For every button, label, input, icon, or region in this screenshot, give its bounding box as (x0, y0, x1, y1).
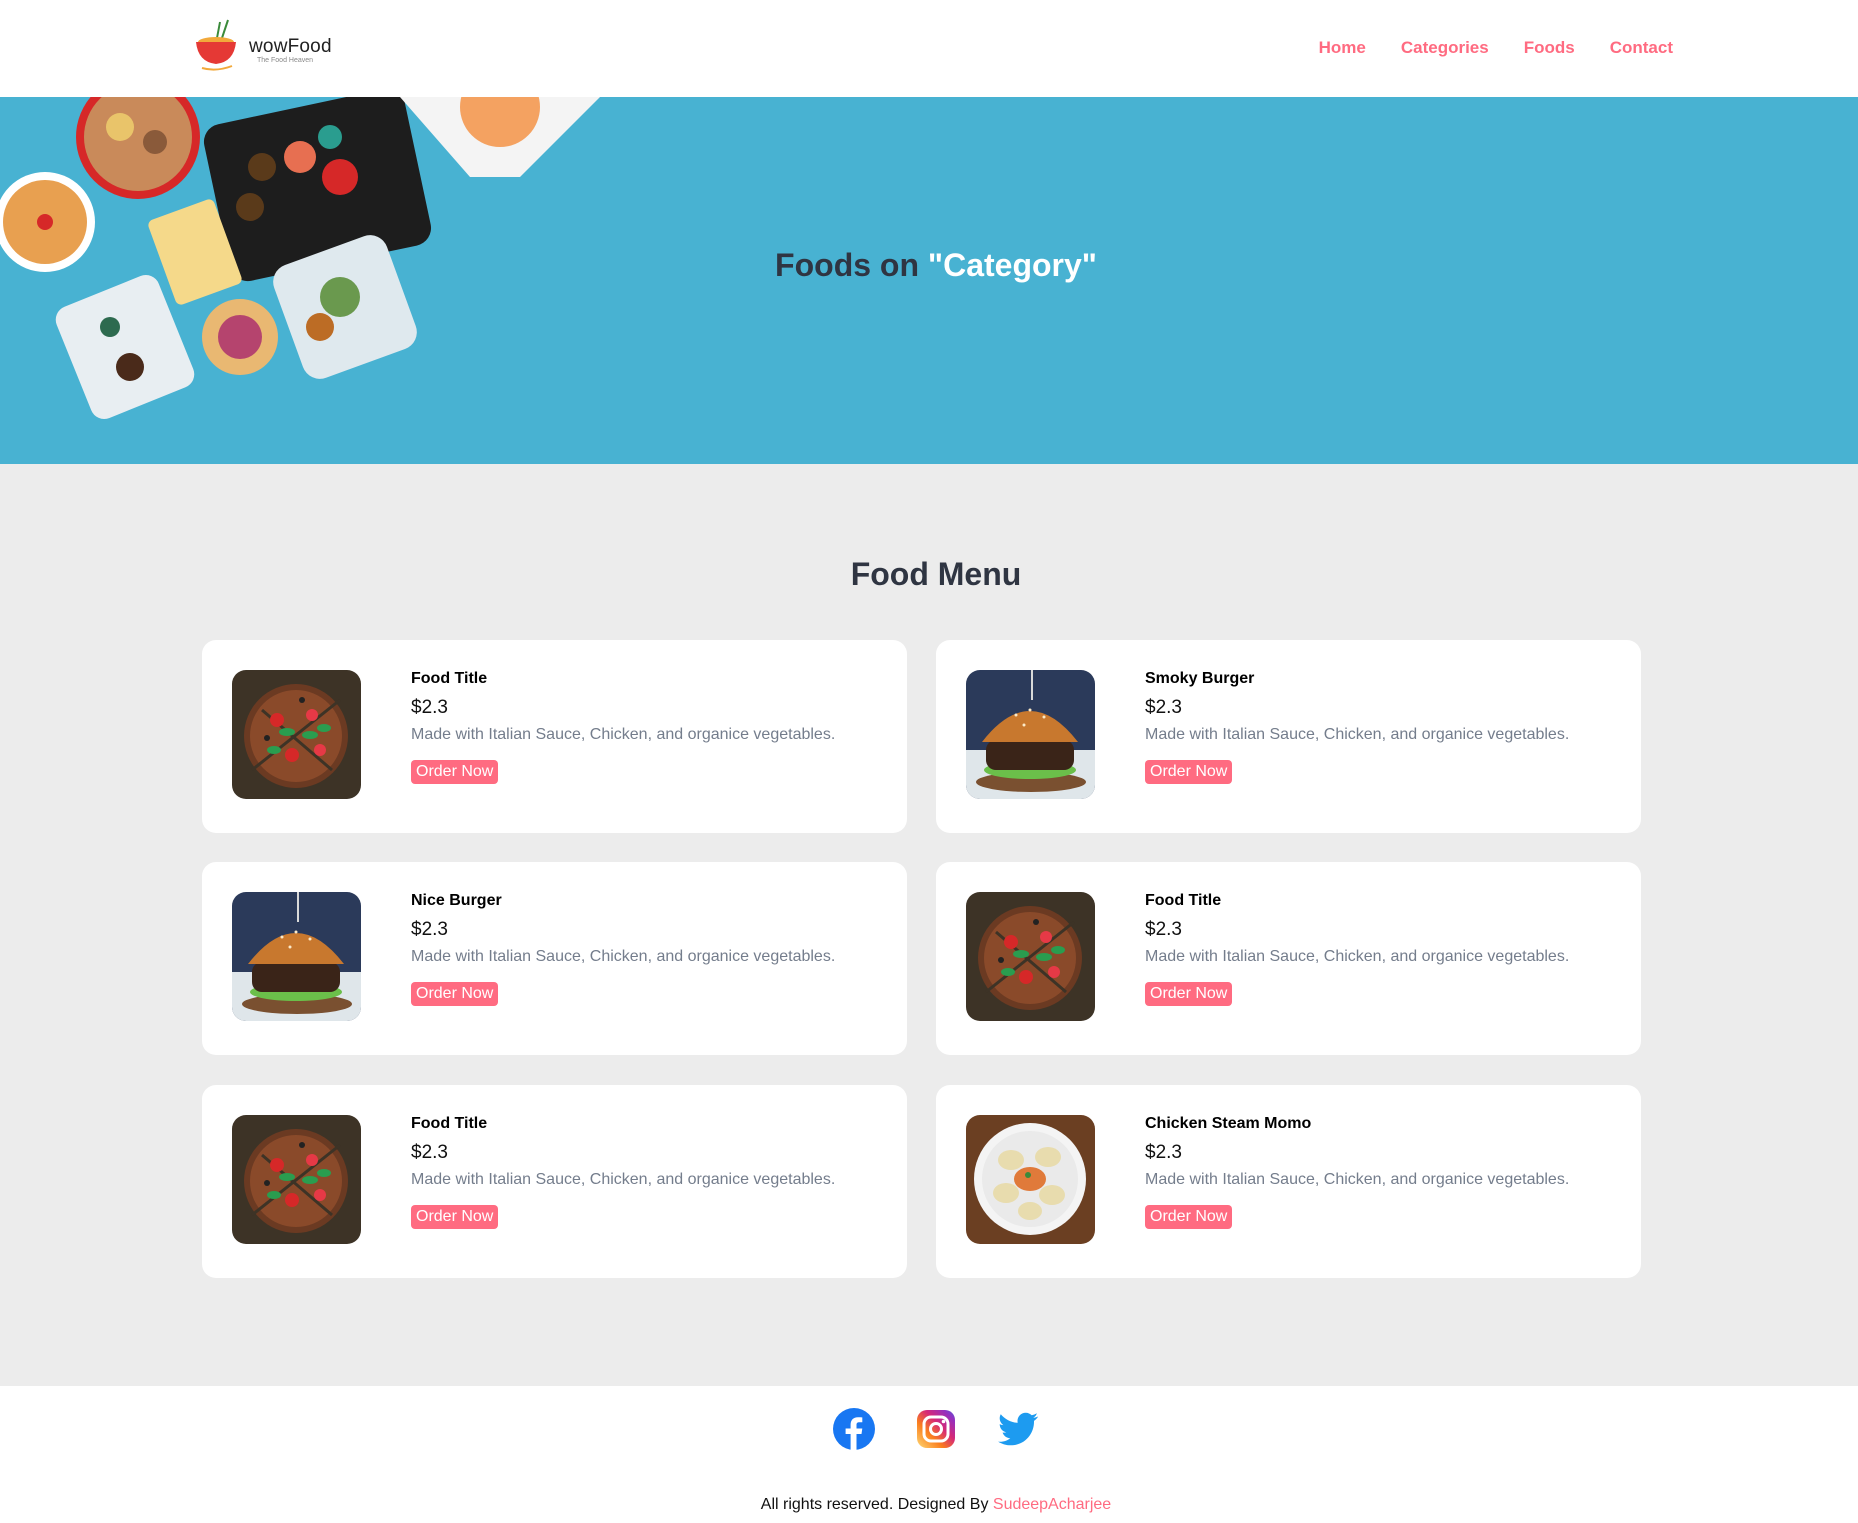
food-image (966, 892, 1095, 1021)
order-now-button[interactable]: Order Now (1145, 760, 1233, 784)
food-description: Made with Italian Sauce, Chicken, and or… (1145, 726, 1570, 743)
food-image (232, 892, 361, 1021)
food-title: Food Title (411, 1115, 488, 1132)
food-title: Food Title (1145, 892, 1222, 909)
food-image (966, 670, 1095, 799)
copyright: All rights reserved. Designed By SudeepA… (0, 1496, 1858, 1514)
author-link[interactable]: SudeepAcharjee (993, 1496, 1111, 1513)
food-image (966, 1115, 1095, 1244)
footer: All rights reserved. Designed By SudeepA… (0, 1386, 1858, 1523)
food-description: Made with Italian Sauce, Chicken, and or… (411, 948, 836, 965)
food-description: Made with Italian Sauce, Chicken, and or… (411, 1171, 836, 1188)
food-info: Nice Burger $2.3 Made with Italian Sauce, … (411, 892, 887, 1006)
logo[interactable]: wowFood The Food Heaven (192, 18, 352, 72)
food-info: Chicken Steam Momo $2.3 Made with Italian … (1145, 1115, 1621, 1229)
food-info: Food Title $2.3 Made with Italian Sauce, C… (411, 1115, 887, 1229)
brand-tagline: The Food Heaven (257, 57, 314, 64)
food-card: Food Title $2.3 Made with Italian Sauce, C… (202, 640, 907, 833)
food-title: Chicken Steam Momo (1145, 1115, 1312, 1132)
facebook-icon[interactable] (833, 1408, 875, 1450)
food-info: Food Title $2.3 Made with Italian Sauce, C… (411, 670, 887, 784)
order-now-button[interactable]: Order Now (1145, 982, 1233, 1006)
food-title: Nice Burger (411, 892, 502, 909)
food-title: Smoky Burger (1145, 670, 1255, 687)
nav-menu: Home Categories Foods Contact (1319, 38, 1673, 58)
nav-categories[interactable]: Categories (1401, 38, 1489, 58)
food-price: $2.3 (411, 697, 448, 718)
food-card: Chicken Steam Momo $2.3 Made with Italian … (936, 1085, 1641, 1278)
food-title: Food Title (411, 670, 488, 687)
hero-title: Foods on "Category" (0, 247, 1858, 284)
food-image (232, 670, 361, 799)
food-description: Made with Italian Sauce, Chicken, and or… (411, 726, 836, 743)
bowl-logo-icon (196, 19, 236, 71)
food-description: Made with Italian Sauce, Chicken, and or… (1145, 948, 1570, 965)
food-price: $2.3 (411, 1142, 448, 1163)
food-card: Food Title $2.3 Made with Italian Sauce, C… (936, 862, 1641, 1055)
social-links (833, 1408, 1039, 1450)
food-price: $2.3 (1145, 919, 1182, 940)
food-price: $2.3 (411, 919, 448, 940)
order-now-button[interactable]: Order Now (411, 1205, 499, 1229)
food-price: $2.3 (1145, 697, 1182, 718)
order-now-button[interactable]: Order Now (1145, 1205, 1233, 1229)
food-info: Food Title $2.3 Made with Italian Sauce, C… (1145, 892, 1621, 1006)
navbar: wowFood The Food Heaven Home Categories … (0, 0, 1858, 97)
nav-home[interactable]: Home (1319, 38, 1366, 58)
twitter-icon[interactable] (997, 1408, 1039, 1450)
instagram-icon[interactable] (915, 1408, 957, 1450)
hero-title-prefix: Foods on (775, 247, 928, 283)
menu-title: Food Menu (850, 556, 1022, 592)
food-card: Food Title $2.3 Made with Italian Sauce, C… (202, 1085, 907, 1278)
nav-foods[interactable]: Foods (1524, 38, 1575, 58)
food-image (232, 1115, 361, 1244)
order-now-button[interactable]: Order Now (411, 982, 499, 1006)
copyright-text: All rights reserved. Designed By (760, 1496, 993, 1513)
food-info: Smoky Burger $2.3 Made with Italian Sauce,… (1145, 670, 1621, 784)
order-now-button[interactable]: Order Now (411, 760, 499, 784)
nav-contact[interactable]: Contact (1610, 38, 1673, 58)
hero-banner: Foods on "Category" (0, 97, 1858, 464)
brand-name: wowFood (249, 36, 332, 57)
food-price: $2.3 (1145, 1142, 1182, 1163)
food-description: Made with Italian Sauce, Chicken, and or… (1145, 1171, 1570, 1188)
food-card: Nice Burger $2.3 Made with Italian Sauce, … (202, 862, 907, 1055)
hero-category-name: "Category" (927, 247, 1097, 283)
food-card: Smoky Burger $2.3 Made with Italian Sauce,… (936, 640, 1641, 833)
